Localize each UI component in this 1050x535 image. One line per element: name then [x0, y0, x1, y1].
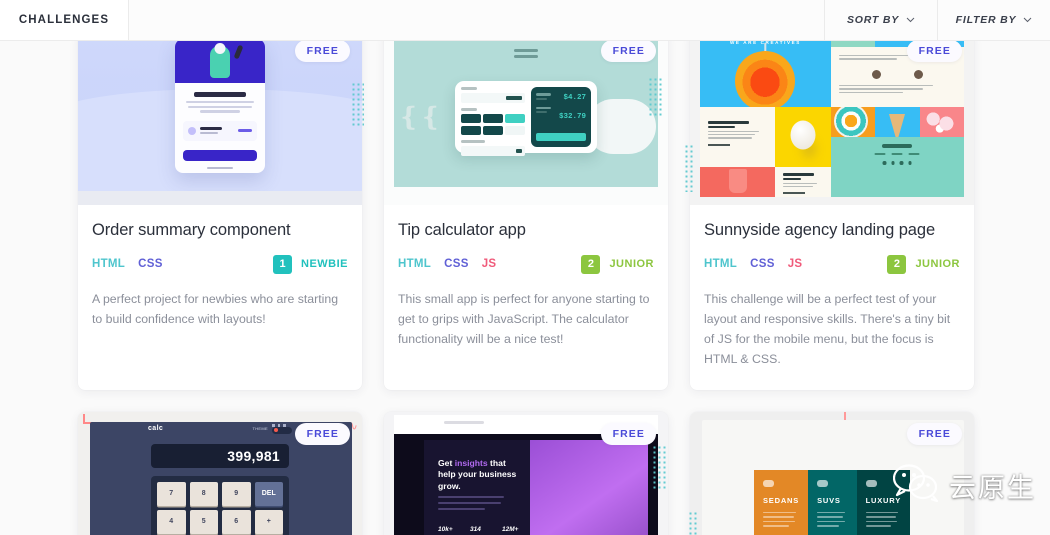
card-title: Tip calculator app [398, 221, 526, 239]
difficulty-number: 2 [581, 254, 601, 274]
card-description: This challenge will be a perfect test of… [704, 292, 951, 366]
tip-calculator-preview: ❴❴ $4.27 $32.79 [384, 41, 668, 205]
card-meta-row: HTML CSS JS 2 JUNIOR [398, 254, 654, 274]
free-badge: FREE [906, 41, 962, 62]
language-tag-js: JS [481, 258, 497, 270]
free-badge: FREE [600, 422, 656, 445]
preview-key: DEL [254, 481, 283, 506]
challenge-card[interactable]: ❴❴ $4.27 $32.79 FREE Tip calculator app … [384, 41, 668, 390]
chevron-down-icon [906, 14, 915, 26]
card-meta-row: HTML CSS JS 2 JUNIOR [704, 254, 960, 274]
free-badge: FREE [294, 422, 350, 445]
sort-by-dropdown[interactable]: SORT BY [824, 0, 937, 40]
language-tag-css: CSS [444, 258, 469, 270]
order-summary-preview [78, 41, 362, 205]
difficulty-badge: 2 JUNIOR [581, 254, 654, 274]
challenge-thumbnail[interactable]: Get insights that help your business gro… [384, 411, 668, 535]
preview-key: 7 [157, 481, 186, 506]
decorative-dots [688, 511, 697, 535]
language-tags: HTML CSS [92, 258, 163, 270]
free-badge: FREE [294, 41, 350, 62]
difficulty-number: 1 [273, 254, 292, 274]
filter-by-label: FILTER BY [955, 14, 1017, 26]
challenge-card-grid: FREE Order summary component HTML CSS 1 … [78, 41, 974, 535]
tab-challenges-label: CHALLENGES [18, 14, 110, 26]
difficulty-label: JUNIOR [609, 258, 654, 270]
challenge-thumbnail[interactable]: ∿ calc THEME 399,981 7 8 9 DEL 4 5 6 + F… [78, 411, 362, 535]
free-badge: FREE [906, 422, 962, 445]
difficulty-badge: 1 NEWBIE [273, 254, 348, 274]
language-tag-css: CSS [750, 258, 775, 270]
challenge-card[interactable]: FREE Order summary component HTML CSS 1 … [78, 41, 362, 390]
card-description: A perfect project for newbies who are st… [92, 292, 339, 326]
card-title: Order summary component [92, 221, 291, 239]
chevron-down-icon [1023, 14, 1032, 26]
preview-column-title: LUXURY [865, 495, 901, 505]
preview-stat-value: 10k+ [438, 526, 453, 534]
preview-heading-a: Get [438, 457, 455, 468]
challenge-thumbnail[interactable]: ❴❴ $4.27 $32.79 FREE [384, 41, 668, 205]
challenge-card[interactable]: ∿ calc THEME 399,981 7 8 9 DEL 4 5 6 + F… [78, 411, 362, 535]
preview-stat-value: 314 [470, 526, 481, 534]
decorative-dots [684, 144, 693, 192]
language-tag-html: HTML [398, 258, 432, 270]
decorative-dots [648, 77, 664, 117]
language-tag-css: CSS [138, 258, 163, 270]
language-tag-js: JS [787, 258, 803, 270]
preview-theme-label: THEME [252, 426, 268, 432]
preview-stat-value: 12M+ [502, 526, 519, 534]
preview-key: 4 [157, 509, 186, 534]
preview-key: 5 [189, 509, 218, 534]
challenge-thumbnail[interactable]: ∿ SEDANS SUVS [690, 411, 974, 535]
preview-heading-accent: insights [454, 457, 488, 468]
decorative-dots [652, 445, 668, 490]
preview-tile-heading: Transform your brand [708, 121, 750, 124]
preview-key: 6 [222, 509, 251, 534]
challenge-thumbnail[interactable]: FREE [78, 41, 362, 205]
language-tags: HTML CSS JS [704, 258, 802, 270]
preview-display-value: 399,981 [151, 443, 289, 468]
difficulty-label: JUNIOR [915, 258, 960, 270]
language-tag-html: HTML [704, 258, 738, 270]
preview-key: 8 [189, 481, 218, 506]
challenge-card[interactable]: WE ARE CREATIVES FREE Sunnyside agency l… [690, 41, 974, 390]
sunnyside-preview: WE ARE CREATIVES [690, 41, 974, 205]
card-body: Order summary component HTML CSS 1 NEWBI… [78, 205, 362, 350]
preview-column-title: SEDANS [763, 495, 800, 505]
difficulty-label: NEWBIE [301, 258, 348, 270]
top-toolbar: CHALLENGES SORT BY FILTER BY [0, 0, 1050, 41]
challenge-card[interactable]: ∿ SEDANS SUVS [690, 411, 974, 535]
filter-by-dropdown[interactable]: FILTER BY [937, 0, 1050, 40]
card-title: Sunnyside agency landing page [704, 221, 936, 239]
difficulty-number: 2 [887, 254, 907, 274]
preview-key: 9 [222, 481, 251, 506]
card-body: Sunnyside agency landing page HTML CSS J… [690, 205, 974, 390]
language-tags: HTML CSS JS [398, 258, 496, 270]
card-description: This small app is perfect for anyone sta… [398, 292, 650, 346]
tab-challenges[interactable]: CHALLENGES [0, 0, 129, 40]
preview-key: + [254, 509, 283, 534]
challenge-card[interactable]: Get insights that help your business gro… [384, 411, 668, 535]
sort-by-label: SORT BY [846, 14, 900, 26]
preview-column-title: SUVS [817, 495, 841, 505]
language-tag-html: HTML [92, 258, 126, 270]
card-meta-row: HTML CSS 1 NEWBIE [92, 254, 348, 274]
preview-app-name: calc [148, 425, 164, 433]
challenge-thumbnail[interactable]: WE ARE CREATIVES FREE [690, 41, 974, 205]
difficulty-badge: 2 JUNIOR [887, 254, 960, 274]
decorative-dots [351, 82, 364, 127]
challenge-grid-canvas: FREE Order summary component HTML CSS 1 … [0, 41, 1050, 535]
free-badge: FREE [600, 41, 656, 62]
card-body: Tip calculator app HTML CSS JS 2 JUNIOR … [384, 205, 668, 370]
